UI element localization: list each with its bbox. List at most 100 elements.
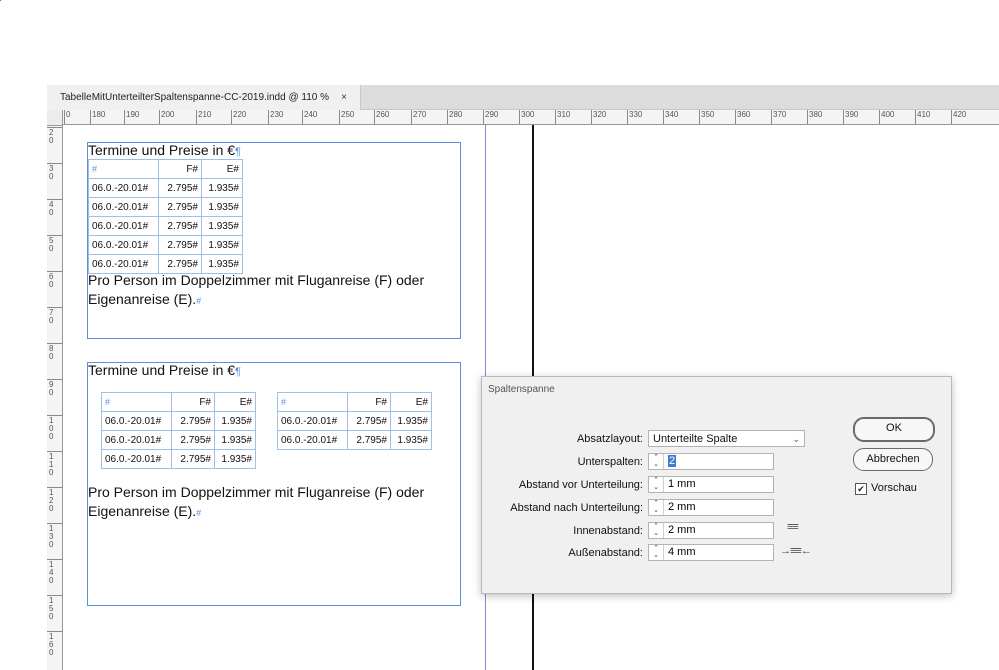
- ruler-label: 130: [49, 524, 54, 549]
- table-row: 06.0.-20.01# 2.795# 1.935#: [88, 235, 243, 255]
- ruler-label: 340: [665, 110, 679, 119]
- ok-button[interactable]: OK: [853, 417, 935, 442]
- table-cell[interactable]: 2.795#: [158, 178, 202, 198]
- innenabstand-label: Innenabstand:: [573, 525, 643, 537]
- table-cell[interactable]: 2.795#: [347, 430, 391, 450]
- ruler-label: 60: [49, 272, 54, 289]
- table-cell[interactable]: 2.795#: [347, 411, 391, 431]
- text-frame-2[interactable]: Termine und Preise in €¶ # F# E# 06.0.-2…: [87, 362, 461, 606]
- table-cell[interactable]: 1.935#: [201, 178, 243, 198]
- table-cell[interactable]: 06.0.-20.01#: [101, 430, 172, 450]
- unterspalten-value[interactable]: 2: [668, 455, 677, 467]
- unterspalten-label: Unterspalten:: [577, 456, 643, 468]
- frame2-table-right[interactable]: # F# E# 06.0.-20.01# 2.795# 1.935# 06.0.…: [277, 392, 432, 450]
- frame2-body-line1: Pro Person im Doppelzimmer mit Fluganrei…: [88, 484, 425, 500]
- ruler-label: 230: [270, 110, 284, 119]
- ruler-label: 70: [49, 308, 54, 325]
- ruler-label: 320: [593, 110, 607, 119]
- innenabstand-stepper[interactable]: ⌃ ⌄ 2 mm: [648, 522, 774, 539]
- stepper-arrows-icon[interactable]: ⌃ ⌄: [649, 500, 664, 515]
- ruler-label: 210: [198, 110, 212, 119]
- abstand-vor-value[interactable]: 1 mm: [668, 477, 696, 492]
- ruler-label: 220: [233, 110, 247, 119]
- table-cell[interactable]: 06.0.-20.01#: [101, 449, 172, 469]
- text-frame-1[interactable]: Termine und Preise in €¶ # F# E# 06.0.-2…: [87, 142, 461, 339]
- table-cell[interactable]: 1.935#: [214, 411, 256, 431]
- ruler-label: 20: [49, 128, 54, 145]
- document-tab[interactable]: TabelleMitUnterteilterSpaltenspanne-CC-2…: [47, 85, 361, 110]
- innenabstand-value[interactable]: 2 mm: [668, 523, 696, 538]
- table-cell[interactable]: 06.0.-20.01#: [277, 411, 348, 431]
- ruler-label: 400: [881, 110, 895, 119]
- table-cell[interactable]: E#: [214, 392, 256, 412]
- table-cell[interactable]: 1.935#: [201, 197, 243, 217]
- table-cell[interactable]: 06.0.-20.01#: [88, 216, 159, 236]
- table-cell[interactable]: 1.935#: [201, 216, 243, 236]
- table-cell[interactable]: 2.795#: [171, 430, 215, 450]
- stepper-arrows-icon[interactable]: ⌃ ⌄: [649, 545, 664, 560]
- table-cell[interactable]: 2.795#: [171, 449, 215, 469]
- stepper-arrows-icon[interactable]: ⌃ ⌄: [649, 477, 664, 492]
- ruler-label: 300: [521, 110, 535, 119]
- table-cell[interactable]: 2.795#: [158, 197, 202, 217]
- abstand-vor-stepper[interactable]: ⌃ ⌄ 1 mm: [648, 476, 774, 493]
- table-cell[interactable]: 06.0.-20.01#: [101, 411, 172, 431]
- table-header-row: # F# E#: [88, 159, 243, 179]
- aussenabstand-label: Außenabstand:: [568, 547, 643, 559]
- table-row: 06.0.-20.01# 2.795# 1.935#: [88, 178, 243, 198]
- frame1-heading: Termine und Preise in €¶: [88, 142, 241, 158]
- abstand-nach-stepper[interactable]: ⌃ ⌄ 2 mm: [648, 499, 774, 516]
- table-cell[interactable]: F#: [158, 159, 202, 179]
- frame2-heading-text: Termine und Preise in €: [88, 362, 236, 378]
- ruler-label: 330: [629, 110, 643, 119]
- ruler-label: 290: [485, 110, 499, 119]
- stepper-arrows-icon[interactable]: ⌃ ⌄: [649, 454, 664, 469]
- table-cell[interactable]: 1.935#: [214, 449, 256, 469]
- abstand-nach-value[interactable]: 2 mm: [668, 500, 696, 515]
- table-cell[interactable]: 06.0.-20.01#: [277, 430, 348, 450]
- table-cell[interactable]: E#: [201, 159, 243, 179]
- table-cell[interactable]: F#: [171, 392, 215, 412]
- outside-gutter-icon: →≡≡←: [780, 545, 812, 557]
- table-cell[interactable]: 1.935#: [201, 235, 243, 255]
- table-cell[interactable]: 06.0.-20.01#: [88, 235, 159, 255]
- table-cell[interactable]: 2.795#: [171, 411, 215, 431]
- frame2-table-left[interactable]: # F# E# 06.0.-20.01# 2.795# 1.935# 06.0.…: [101, 392, 256, 469]
- vertical-ruler[interactable]: 20 30 40 50 60 70 80 90 100 110 120 130 140 150 160: [47, 110, 63, 670]
- table-cell[interactable]: 1.935#: [390, 411, 432, 431]
- preview-checkbox[interactable]: ✔: [855, 483, 867, 495]
- ruler-label: 240: [304, 110, 318, 119]
- table-cell[interactable]: F#: [347, 392, 391, 412]
- aussenabstand-stepper[interactable]: ⌃ ⌄ 4 mm: [648, 544, 774, 561]
- ruler-label: 140: [49, 560, 54, 585]
- ruler-label: 120: [49, 488, 54, 513]
- table-header-row: # F# E#: [277, 392, 432, 412]
- absatzlayout-select[interactable]: Unterteilte Spalte ⌄: [648, 430, 805, 447]
- ruler-label: 270: [413, 110, 427, 119]
- table-cell[interactable]: 2.795#: [158, 216, 202, 236]
- unterspalten-stepper[interactable]: ⌃ ⌄ 2: [648, 453, 774, 470]
- cancel-button[interactable]: Abbrechen: [853, 448, 933, 471]
- ruler-label: 420: [953, 110, 967, 119]
- table-cell[interactable]: #: [277, 392, 348, 412]
- stepper-arrows-icon[interactable]: ⌃ ⌄: [649, 523, 664, 538]
- table-cell[interactable]: 06.0.-20.01#: [88, 197, 159, 217]
- table-cell[interactable]: #: [101, 392, 172, 412]
- aussenabstand-value[interactable]: 4 mm: [668, 545, 696, 560]
- table-cell[interactable]: 1.935#: [390, 430, 432, 450]
- close-icon[interactable]: ×: [341, 85, 347, 110]
- ruler-label: 90: [49, 380, 54, 397]
- table-cell[interactable]: 2.795#: [158, 235, 202, 255]
- ruler-origin[interactable]: [47, 110, 63, 126]
- table-cell[interactable]: 1.935#: [214, 430, 256, 450]
- frame1-heading-text: Termine und Preise in €: [88, 142, 236, 158]
- table-cell[interactable]: #: [88, 159, 159, 179]
- table-cell[interactable]: 06.0.-20.01#: [88, 178, 159, 198]
- ruler-label: 380: [809, 110, 823, 119]
- horizontal-ruler[interactable]: 0 180 190 200 210 220 230 240 250 260 270 280 290 300…: [62, 110, 999, 125]
- ruler-label: 200: [161, 110, 175, 119]
- frame1-table[interactable]: # F# E# 06.0.-20.01# 2.795# 1.935# 06.0.…: [88, 159, 243, 274]
- abstand-vor-label: Abstand vor Unterteilung:: [518, 479, 643, 491]
- spaltenspanne-dialog: Spaltenspanne Absatzlayout: Unterteilte …: [481, 376, 952, 594]
- table-cell[interactable]: E#: [390, 392, 432, 412]
